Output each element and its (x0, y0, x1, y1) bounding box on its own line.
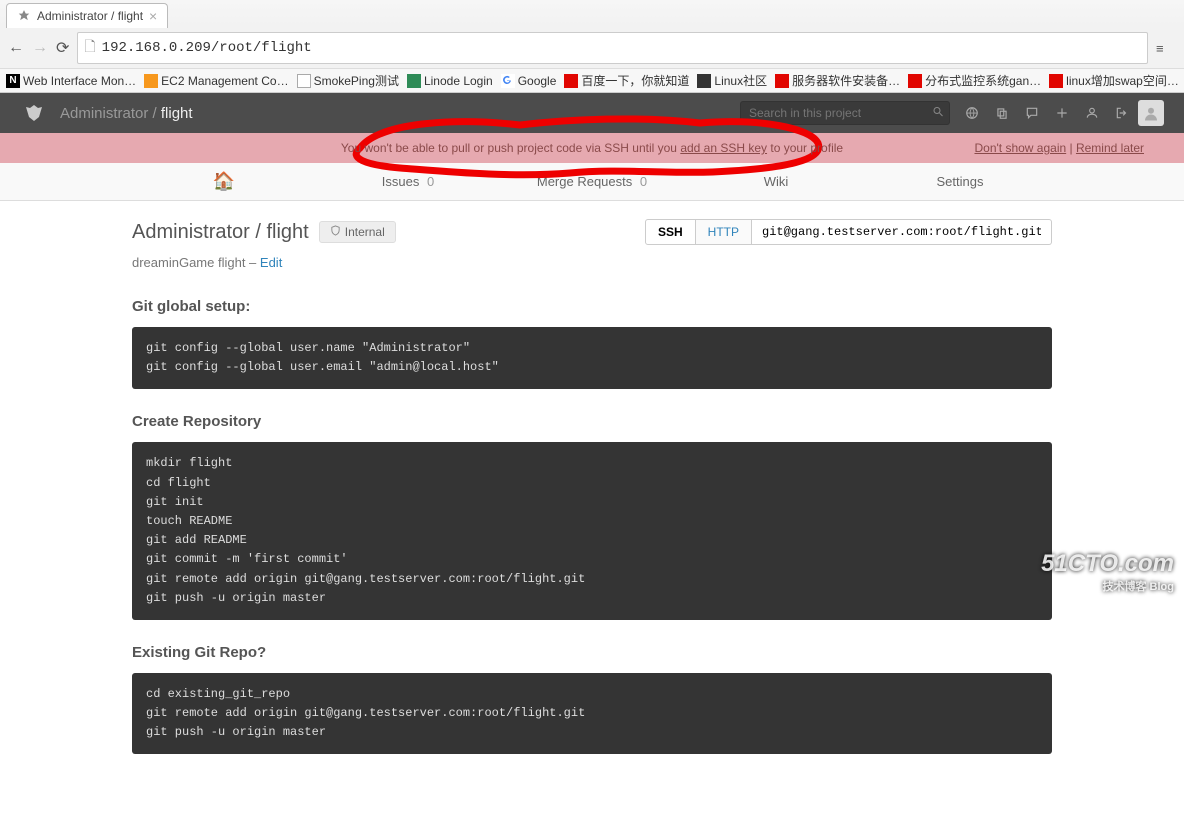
home-icon: 🏠 (213, 171, 235, 191)
gitlab-logo-icon[interactable] (20, 99, 48, 127)
bookmark-item[interactable]: EC2 Management Co… (144, 74, 288, 88)
header-breadcrumb: Administrator / flight (60, 105, 740, 122)
git-setup-code: git config --global user.name "Administr… (132, 327, 1052, 389)
tab-favicon-icon (17, 9, 31, 23)
nav-issues[interactable]: Issues 0 (316, 166, 500, 197)
url-text: 192.168.0.209/root/flight (102, 40, 312, 56)
visibility-badge: Internal (319, 221, 396, 243)
create-repo-heading: Create Repository (132, 413, 1052, 430)
shield-icon (330, 225, 341, 239)
nav-merge-requests[interactable]: Merge Requests 0 (500, 166, 684, 197)
nav-settings[interactable]: Settings (868, 166, 1052, 197)
breadcrumb-current: flight (161, 105, 193, 122)
browser-nav-bar: ← → ⟳ 🗋 192.168.0.209/root/flight ≡ (0, 28, 1184, 68)
reload-button[interactable]: ⟳ (56, 38, 69, 58)
ssh-button[interactable]: SSH (645, 219, 696, 245)
user-icon[interactable] (1084, 105, 1100, 121)
http-button[interactable]: HTTP (696, 219, 752, 245)
tab-close-icon[interactable]: × (149, 8, 157, 24)
bookmark-item[interactable]: 百度一下，你就知道 (564, 72, 689, 89)
project-main: Administrator / flight Internal SSH HTTP… (132, 201, 1052, 818)
watermark: 51CTO.com 技术博客 Blog (1041, 550, 1174, 594)
address-bar[interactable]: 🗋 192.168.0.209/root/flight (77, 32, 1148, 64)
plus-icon[interactable] (1054, 105, 1070, 121)
bookmark-item[interactable]: NWeb Interface Mon… (6, 74, 136, 88)
bookmark-icon: N (6, 74, 20, 88)
bookmark-icon (501, 74, 515, 88)
bookmark-icon (564, 74, 578, 88)
project-title: Administrator / flight (132, 221, 309, 244)
clone-url-group: SSH HTTP (645, 219, 1052, 245)
existing-repo-heading: Existing Git Repo? (132, 644, 1052, 661)
browser-menu-icon[interactable]: ≡ (1156, 41, 1176, 56)
bookmark-icon (697, 74, 711, 88)
bookmark-item[interactable]: linux增加swap空间… (1049, 72, 1179, 89)
bookmark-icon (144, 74, 158, 88)
avatar[interactable] (1138, 100, 1164, 126)
header-icons (964, 105, 1130, 121)
search-icon (932, 106, 944, 121)
bookmarks-bar: NWeb Interface Mon… EC2 Management Co… S… (0, 68, 1184, 92)
breadcrumb-parent[interactable]: Administrator (60, 105, 148, 122)
project-header: Administrator / flight Internal SSH HTTP (132, 219, 1052, 245)
bookmark-icon (908, 74, 922, 88)
bookmark-item[interactable]: Linux社区 (697, 72, 767, 89)
globe-icon[interactable] (964, 105, 980, 121)
dont-show-again-link[interactable]: Don't show again (974, 141, 1066, 155)
ssh-key-alert: You won't be able to pull or push projec… (0, 133, 1184, 163)
page-icon: 🗋 (84, 36, 95, 60)
remind-later-link[interactable]: Remind later (1076, 141, 1144, 155)
clone-url-input[interactable] (752, 219, 1052, 245)
browser-tab-bar: Administrator / flight × (0, 0, 1184, 28)
copy-icon[interactable] (994, 105, 1010, 121)
alert-actions: Don't show again | Remind later (974, 141, 1144, 155)
gitlab-header: Administrator / flight (0, 93, 1184, 133)
bookmark-icon (1049, 74, 1063, 88)
project-description: dreaminGame flight – Edit (132, 255, 1052, 270)
bookmark-item[interactable]: SmokePing测试 (297, 72, 399, 89)
project-sub-nav: 🏠 Issues 0 Merge Requests 0 Wiki Setting… (0, 163, 1184, 201)
bookmark-icon (407, 74, 421, 88)
existing-repo-code: cd existing_git_repo git remote add orig… (132, 673, 1052, 755)
nav-wiki[interactable]: Wiki (684, 166, 868, 197)
bookmark-item[interactable]: Linode Login (407, 74, 493, 88)
forward-button: → (32, 39, 48, 57)
browser-chrome: Administrator / flight × ← → ⟳ 🗋 192.168… (0, 0, 1184, 93)
bookmark-icon (297, 74, 311, 88)
edit-description-link[interactable]: Edit (260, 255, 282, 270)
bookmark-item[interactable]: 分布式监控系统gan… (908, 72, 1041, 89)
add-ssh-key-link[interactable]: add an SSH key (680, 141, 767, 155)
project-search-input[interactable] (740, 101, 950, 125)
chat-icon[interactable] (1024, 105, 1040, 121)
logout-icon[interactable] (1114, 105, 1130, 121)
bookmark-icon (775, 74, 789, 88)
nav-home[interactable]: 🏠 (132, 163, 316, 200)
create-repo-code: mkdir flight cd flight git init touch RE… (132, 442, 1052, 620)
browser-tab[interactable]: Administrator / flight × (6, 3, 168, 28)
bookmark-item[interactable]: Google (501, 74, 557, 88)
back-button[interactable]: ← (8, 39, 24, 57)
bookmark-item[interactable]: 服务器软件安装备… (775, 72, 900, 89)
git-setup-heading: Git global setup: (132, 298, 1052, 315)
tab-title: Administrator / flight (37, 9, 143, 23)
